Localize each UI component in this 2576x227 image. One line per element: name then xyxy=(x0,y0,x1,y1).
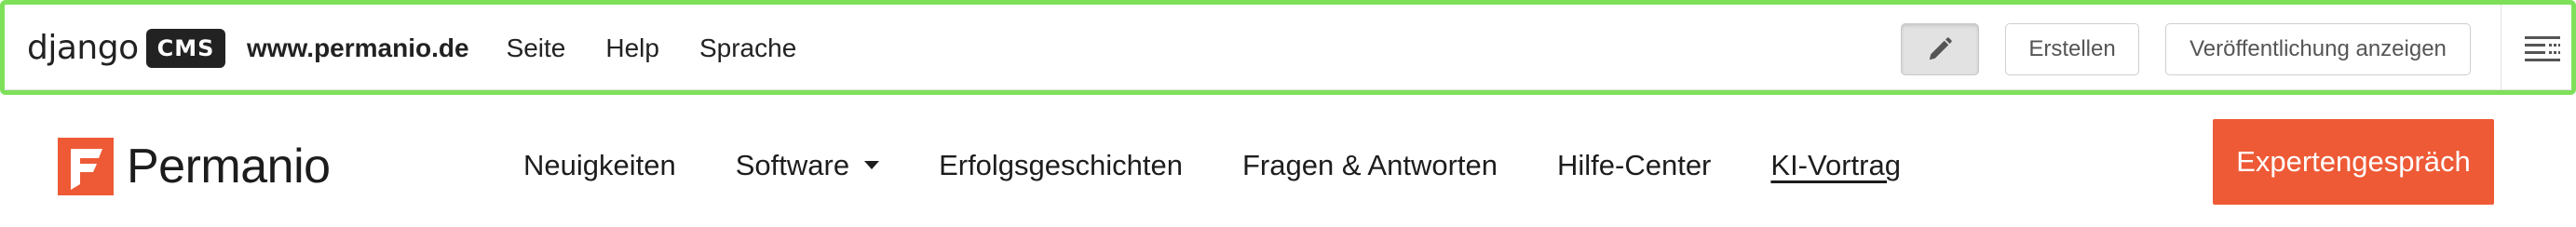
nav-label: KI-Vortrag xyxy=(1770,148,1901,181)
chevron-down-icon xyxy=(864,160,880,169)
nav-fragen-antworten[interactable]: Fragen & Antworten xyxy=(1242,151,1498,180)
cms-menu-language[interactable]: Sprache xyxy=(699,35,796,61)
create-button[interactable]: Erstellen xyxy=(2005,23,2139,75)
view-published-button[interactable]: Veröffentlichung anzeigen xyxy=(2165,23,2471,75)
nav-label: Erfolgsgeschichten xyxy=(939,148,1183,181)
cms-menu-page[interactable]: Seite xyxy=(507,35,566,61)
brand-logo[interactable]: Permanio xyxy=(58,136,331,197)
cms-logo-badge: CMS xyxy=(145,29,226,68)
nav-neuigkeiten[interactable]: Neuigkeiten xyxy=(523,151,676,180)
nav-erfolgsgeschichten[interactable]: Erfolgsgeschichten xyxy=(939,151,1183,180)
nav-label: Software xyxy=(735,148,850,181)
nav-label: Fragen & Antworten xyxy=(1242,148,1498,181)
nav-software[interactable]: Software xyxy=(735,148,880,181)
nav-label: Hilfe-Center xyxy=(1557,148,1712,181)
cms-logo-word: django xyxy=(27,29,139,67)
cms-menu-site[interactable]: www.permanio.de xyxy=(247,35,469,61)
brand-name: Permanio xyxy=(127,140,331,194)
cms-menu: www.permanio.de Seite Help Sprache xyxy=(247,25,836,72)
cms-menu-help[interactable]: Help xyxy=(605,35,659,61)
main-nav: Neuigkeiten Software Erfolgsgeschichten … xyxy=(523,141,1901,188)
nav-hilfe-center[interactable]: Hilfe-Center xyxy=(1557,151,1711,180)
pencil-icon xyxy=(1929,37,1952,60)
django-cms-logo[interactable]: django CMS xyxy=(27,25,226,72)
structure-mode-button[interactable] xyxy=(2519,31,2566,68)
site-header: Permanio Neuigkeiten Software Erfolgsges… xyxy=(0,95,2576,227)
permanio-logo-icon xyxy=(58,138,114,195)
cms-toolbar: django CMS www.permanio.de Seite Help Sp… xyxy=(0,0,2576,95)
nav-label: Neuigkeiten xyxy=(523,148,676,181)
edit-button[interactable] xyxy=(1901,23,1979,75)
structure-mode-icon xyxy=(2525,36,2560,61)
cms-toolbar-bar: django CMS www.permanio.de Seite Help Sp… xyxy=(5,5,2571,90)
expert-call-button[interactable]: Expertengespräch xyxy=(2213,119,2494,205)
page: django CMS www.permanio.de Seite Help Sp… xyxy=(0,0,2576,227)
nav-ki-vortrag[interactable]: KI-Vortrag xyxy=(1770,151,1901,180)
